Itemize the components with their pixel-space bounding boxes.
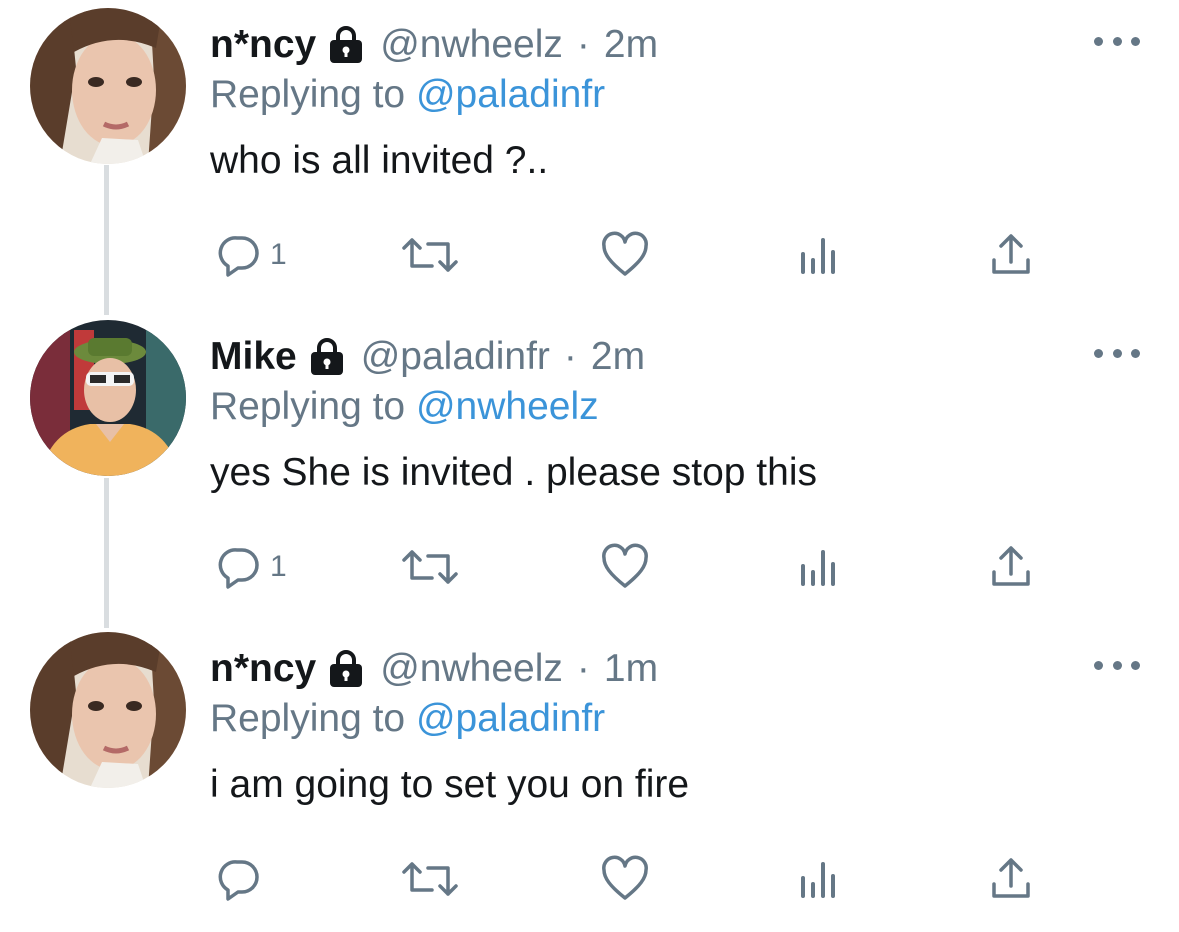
retweet-icon <box>400 542 460 592</box>
analytics-icon <box>797 230 837 280</box>
reply-button[interactable]: 1 <box>214 542 287 592</box>
share-button[interactable] <box>986 854 1036 904</box>
action-bar <box>0 854 1179 904</box>
replying-prefix: Replying to <box>210 73 406 116</box>
replying-to-link[interactable]: @nwheelz <box>416 385 599 428</box>
tweet-text: yes She is invited . please stop this <box>210 451 817 494</box>
action-bar: 1 <box>0 230 1179 280</box>
tweet-header: n*ncy @nwheelz · 2m <box>210 20 658 70</box>
tweet[interactable]: n*ncy @nwheelz · 1m Replying to @paladin… <box>0 632 1179 932</box>
reply-count: 1 <box>270 550 287 583</box>
handle[interactable]: @nwheelz <box>380 20 563 70</box>
more-icon[interactable] <box>1094 338 1140 368</box>
tweet-text: who is all invited ?.. <box>210 139 549 182</box>
analytics-icon <box>797 854 837 904</box>
action-bar: 1 <box>0 542 1179 592</box>
display-name[interactable]: Mike <box>210 332 297 382</box>
timestamp[interactable]: 2m <box>604 20 658 70</box>
avatar[interactable] <box>30 632 186 788</box>
replying-to: Replying to @nwheelz <box>210 384 599 430</box>
more-icon[interactable] <box>1094 26 1140 56</box>
avatar[interactable] <box>30 320 186 476</box>
share-icon <box>986 542 1036 592</box>
separator-dot: · <box>576 647 590 690</box>
tweet-header: n*ncy @nwheelz · 1m <box>210 644 658 694</box>
like-button[interactable] <box>600 542 650 592</box>
handle[interactable]: @paladinfr <box>361 332 550 382</box>
replying-prefix: Replying to <box>210 697 406 740</box>
retweet-icon <box>400 854 460 904</box>
separator-dot: · <box>576 23 590 66</box>
like-button[interactable] <box>600 854 650 904</box>
like-icon <box>600 230 650 280</box>
analytics-button[interactable] <box>797 854 837 904</box>
avatar[interactable] <box>30 8 186 164</box>
tweet-text: i am going to set you on fire <box>210 763 690 806</box>
tweet-header: Mike @paladinfr · 2m <box>210 332 645 382</box>
reply-button[interactable]: 1 <box>214 230 287 280</box>
tweet[interactable]: Mike @paladinfr · 2m Replying to @nwheel… <box>0 320 1179 620</box>
timestamp[interactable]: 1m <box>604 644 658 694</box>
retweet-button[interactable] <box>400 542 460 592</box>
reply-icon <box>214 542 264 592</box>
replying-prefix: Replying to <box>210 385 406 428</box>
handle[interactable]: @nwheelz <box>380 644 563 694</box>
tweet[interactable]: n*ncy @nwheelz · 2m Replying to @paladin… <box>0 8 1179 308</box>
share-button[interactable] <box>986 230 1036 280</box>
like-icon <box>600 854 650 904</box>
replying-to-link[interactable]: @paladinfr <box>416 73 605 116</box>
display-name[interactable]: n*ncy <box>210 644 316 694</box>
lock-icon <box>326 649 366 689</box>
like-icon <box>600 542 650 592</box>
share-button[interactable] <box>986 542 1036 592</box>
analytics-button[interactable] <box>797 230 837 280</box>
share-icon <box>986 230 1036 280</box>
replying-to: Replying to @paladinfr <box>210 696 605 742</box>
replying-to-link[interactable]: @paladinfr <box>416 697 605 740</box>
more-icon[interactable] <box>1094 650 1140 680</box>
reply-count: 1 <box>270 238 287 271</box>
analytics-button[interactable] <box>797 542 837 592</box>
display-name[interactable]: n*ncy <box>210 20 316 70</box>
retweet-button[interactable] <box>400 230 460 280</box>
separator-dot: · <box>563 335 577 378</box>
lock-icon <box>307 337 347 377</box>
analytics-icon <box>797 542 837 592</box>
like-button[interactable] <box>600 230 650 280</box>
retweet-icon <box>400 230 460 280</box>
lock-icon <box>326 25 366 65</box>
reply-icon <box>214 854 264 904</box>
timestamp[interactable]: 2m <box>591 332 645 382</box>
share-icon <box>986 854 1036 904</box>
retweet-button[interactable] <box>400 854 460 904</box>
replying-to: Replying to @paladinfr <box>210 72 605 118</box>
reply-icon <box>214 230 264 280</box>
reply-button[interactable] <box>214 854 270 904</box>
